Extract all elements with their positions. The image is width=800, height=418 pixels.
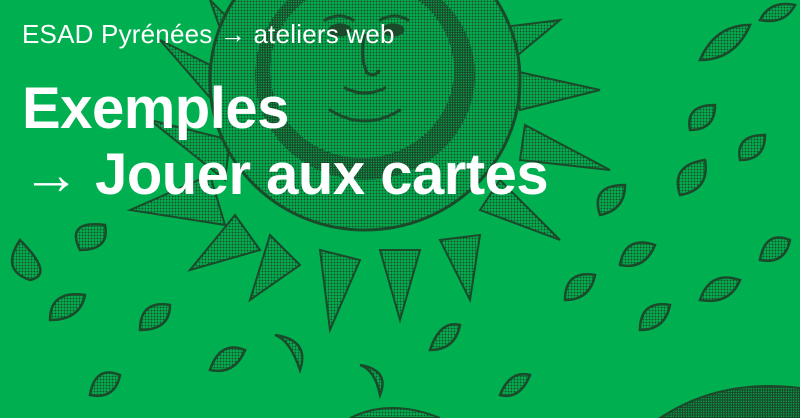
page-title: Exemples → Jouer aux cartes [22, 76, 549, 208]
breadcrumb: ESAD Pyrénées → ateliers web [22, 19, 395, 49]
ground-mound-left [349, 407, 441, 418]
hero-banner: ESAD Pyrénées → ateliers web Exemples → … [0, 0, 800, 418]
ground-mound-right [658, 385, 800, 418]
page-title-line-1: Exemples [22, 76, 289, 141]
page-title-line-2: → Jouer aux cartes [22, 142, 549, 207]
banner-text: ESAD Pyrénées → ateliers web Exemples → … [22, 14, 549, 208]
